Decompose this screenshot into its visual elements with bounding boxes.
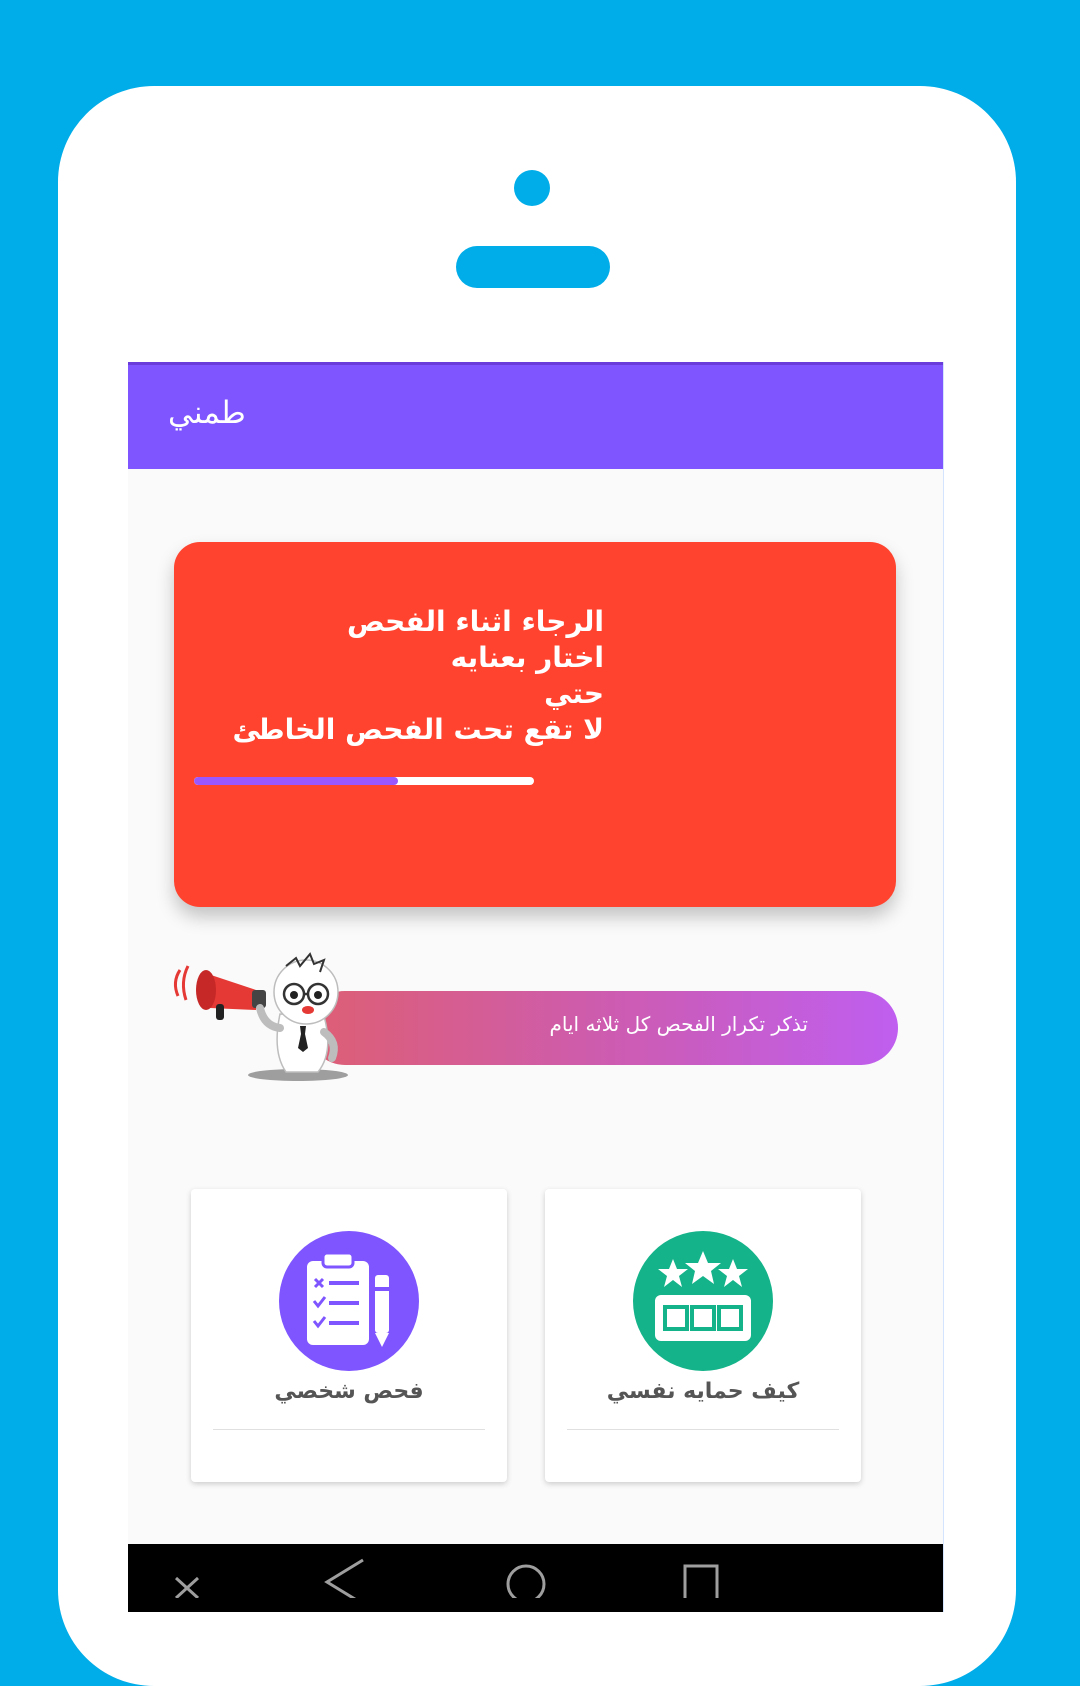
recents-icon[interactable] [681, 1558, 721, 1598]
notice-line: حتي [544, 677, 604, 710]
speaker-icon [456, 246, 610, 288]
menu-card-self-protection[interactable]: كيف حمايه نفسي [545, 1189, 861, 1482]
app-bar: طمني [128, 362, 943, 469]
notice-line: اختار بعنايه [450, 641, 604, 674]
divider [567, 1429, 839, 1430]
progress-bar [194, 777, 534, 785]
menu-label: فحص شخصي [274, 1379, 424, 1404]
camera-icon [514, 170, 550, 206]
megaphone-mascot-icon [173, 952, 348, 1081]
app-title: طمني [168, 395, 246, 431]
notice-text: الرجاء اثناء الفحص اختار بعنايه حتي لا ت… [194, 604, 604, 748]
back-icon[interactable] [323, 1558, 367, 1598]
clipboard-checklist-icon [279, 1231, 419, 1371]
notice-card: الرجاء اثناء الفحص اختار بعنايه حتي لا ت… [174, 542, 896, 907]
stars-rating-icon [633, 1231, 773, 1371]
notice-line: لا تقع تحت الفحص الخاطئ [232, 713, 604, 746]
system-nav-bar [128, 1544, 943, 1612]
reminder-text: تذكر تكرار الفحص كل ثلاثه ايام [549, 1012, 808, 1036]
home-icon[interactable] [504, 1558, 548, 1598]
close-icon[interactable] [172, 1558, 202, 1598]
notice-line: الرجاء اثناء الفحص [346, 605, 604, 638]
progress-fill [194, 777, 398, 785]
app-screen: طمني الرجاء اثناء الفحص اختار بعنايه حتي… [128, 362, 944, 1612]
menu-label: كيف حمايه نفسي [606, 1379, 800, 1404]
menu-card-personal-check[interactable]: فحص شخصي [191, 1189, 507, 1482]
reminder-banner: تذكر تكرار الفحص كل ثلاثه ايام [308, 991, 898, 1065]
divider [213, 1429, 485, 1430]
